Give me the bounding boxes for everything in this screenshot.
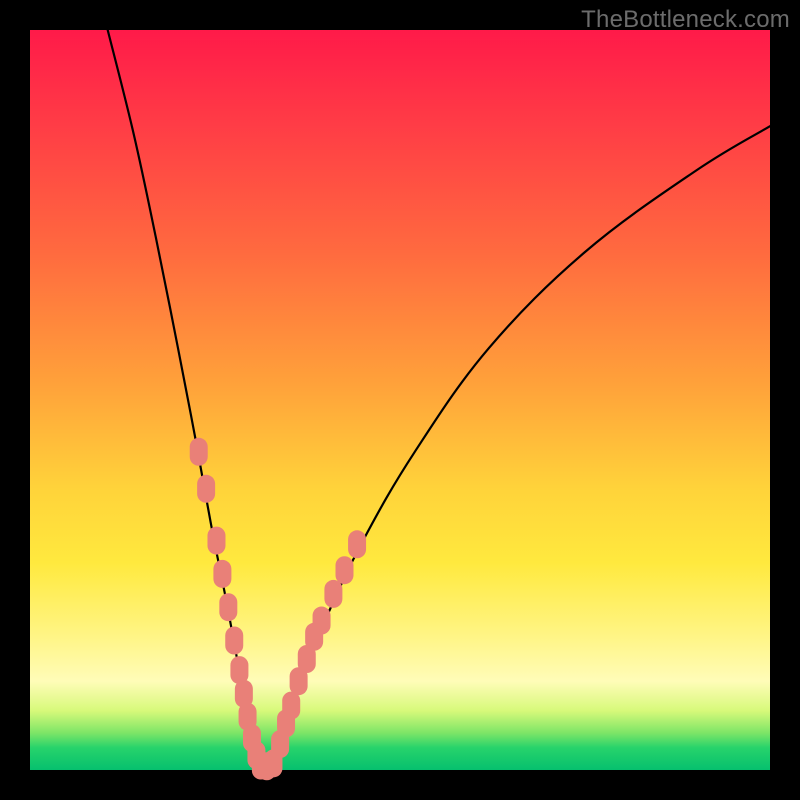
data-marker — [197, 475, 215, 503]
marker-layer — [190, 438, 366, 781]
plot-area — [30, 30, 770, 770]
data-marker — [207, 527, 225, 555]
data-marker — [213, 560, 231, 588]
chart-frame: TheBottleneck.com — [0, 0, 800, 800]
curve-layer — [108, 30, 770, 769]
data-marker — [225, 627, 243, 655]
data-marker — [336, 556, 354, 584]
data-marker — [313, 607, 331, 635]
data-marker — [230, 656, 248, 684]
data-marker — [190, 438, 208, 466]
data-marker — [282, 692, 300, 720]
data-marker — [219, 593, 237, 621]
data-marker — [324, 580, 342, 608]
bottleneck-curve — [108, 30, 770, 769]
curve-svg — [30, 30, 770, 770]
data-marker — [348, 530, 366, 558]
